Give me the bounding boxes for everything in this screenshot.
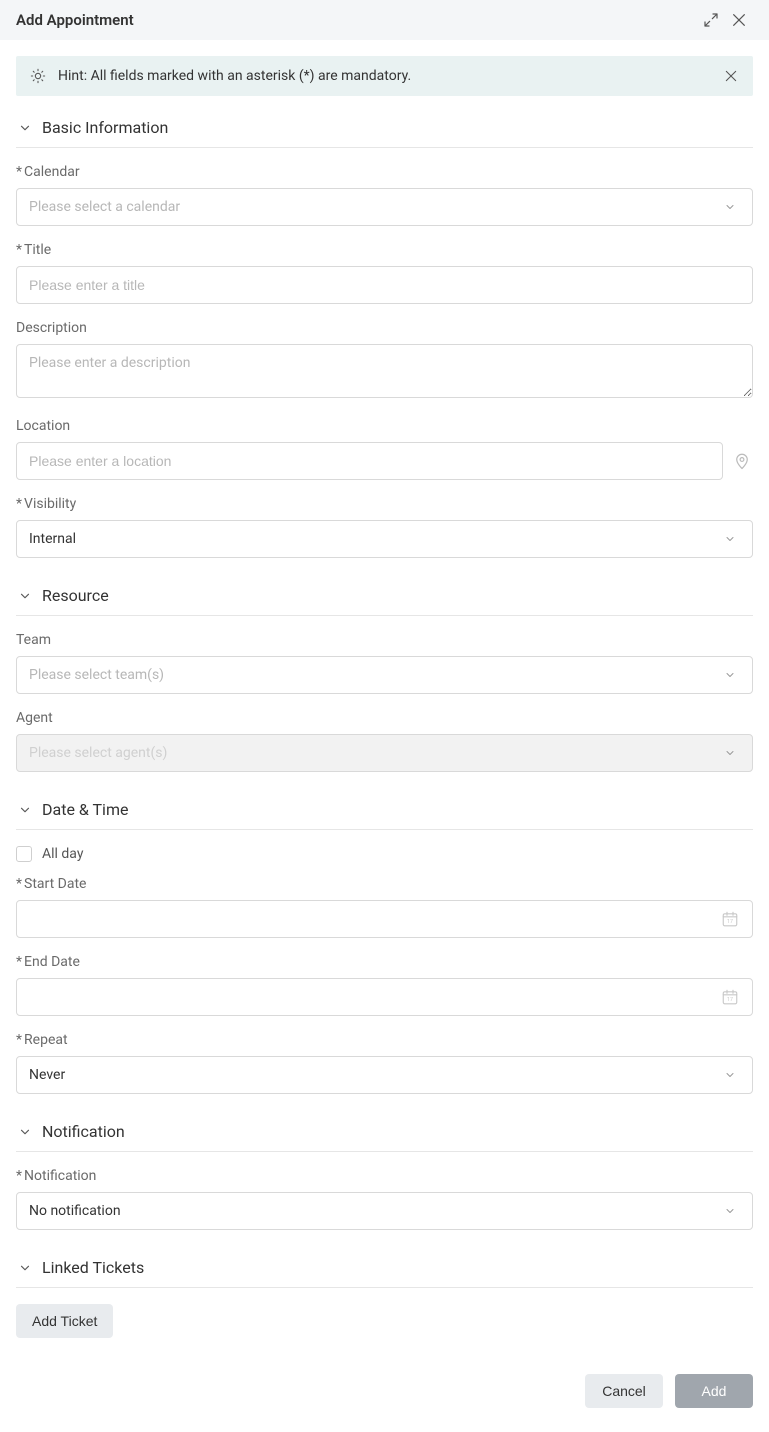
calendar-label: *Calendar [16,164,753,180]
section-title: Notification [42,1122,125,1141]
location-input[interactable] [29,453,710,469]
hint-banner: Hint: All fields marked with an asterisk… [16,56,753,96]
location-label: Location [16,418,753,434]
description-textarea[interactable] [16,344,753,398]
section-title: Date & Time [42,800,128,819]
svg-text:17: 17 [727,997,733,1003]
select-value: No notification [29,1203,720,1219]
field-agent: Agent Please select agent(s) [16,710,753,772]
svg-text:17: 17 [727,919,733,925]
notification-select[interactable]: No notification [16,1192,753,1230]
team-select[interactable]: Please select team(s) [16,656,753,694]
chevron-down-icon [720,669,740,681]
title-input[interactable] [29,277,740,293]
section-title: Linked Tickets [42,1258,144,1277]
dialog-title: Add Appointment [16,11,697,29]
calendar-icon: 17 [720,910,740,928]
agent-select: Please select agent(s) [16,734,753,772]
section-date-time: Date & Time All day *Start Date 17 [16,794,753,1094]
select-value: Internal [29,531,720,547]
agent-label: Agent [16,710,753,726]
chevron-down-icon [16,1123,34,1141]
section-title: Basic Information [42,118,168,137]
select-placeholder: Please select team(s) [29,667,720,683]
calendar-icon: 17 [720,988,740,1006]
start-date-input[interactable]: 17 [16,900,753,938]
visibility-select[interactable]: Internal [16,520,753,558]
title-label: *Title [16,242,753,258]
repeat-select[interactable]: Never [16,1056,753,1094]
calendar-select[interactable]: Please select a calendar [16,188,753,226]
field-description: Description [16,320,753,402]
location-pin-icon[interactable] [731,450,753,472]
visibility-label: *Visibility [16,496,753,512]
dialog-header: Add Appointment [0,0,769,40]
chevron-down-icon [16,587,34,605]
hint-text: Hint: All fields marked with an asterisk… [58,68,721,84]
location-input-wrapper [16,442,723,480]
chevron-down-icon [720,533,740,545]
all-day-checkbox[interactable]: All day [16,846,753,862]
chevron-down-icon [16,801,34,819]
section-toggle-datetime[interactable]: Date & Time [16,794,753,830]
repeat-label: *Repeat [16,1032,753,1048]
section-basic-information: Basic Information *Calendar Please selec… [16,112,753,558]
field-end-date: *End Date 17 [16,954,753,1016]
field-title: *Title [16,242,753,304]
chevron-down-icon [16,119,34,137]
chevron-down-icon [16,1259,34,1277]
end-date-input[interactable]: 17 [16,978,753,1016]
chevron-down-icon [720,747,740,759]
description-label: Description [16,320,753,336]
chevron-down-icon [720,1205,740,1217]
add-appointment-dialog: Add Appointment [0,0,769,1432]
field-repeat: *Repeat Never [16,1032,753,1094]
close-icon[interactable] [725,6,753,34]
field-location: Location [16,418,753,480]
expand-icon[interactable] [697,6,725,34]
start-date-label: *Start Date [16,876,753,892]
select-placeholder: Please select agent(s) [29,745,720,761]
select-placeholder: Please select a calendar [29,199,720,215]
section-toggle-basic[interactable]: Basic Information [16,112,753,148]
add-ticket-button[interactable]: Add Ticket [16,1304,113,1338]
section-toggle-notification[interactable]: Notification [16,1116,753,1152]
lightbulb-icon [28,66,48,86]
chevron-down-icon [720,1069,740,1081]
hint-close-icon[interactable] [721,66,741,86]
field-team: Team Please select team(s) [16,632,753,694]
section-resource: Resource Team Please select team(s) Agen… [16,580,753,772]
end-date-label: *End Date [16,954,753,970]
field-visibility: *Visibility Internal [16,496,753,558]
all-day-label: All day [42,846,83,862]
chevron-down-icon [720,201,740,213]
cancel-button[interactable]: Cancel [585,1374,663,1408]
section-notification: Notification *Notification No notificati… [16,1116,753,1230]
notification-label: *Notification [16,1168,753,1184]
field-calendar: *Calendar Please select a calendar [16,164,753,226]
select-value: Never [29,1067,720,1083]
field-start-date: *Start Date 17 [16,876,753,938]
field-notification: *Notification No notification [16,1168,753,1230]
section-title: Resource [42,586,109,605]
add-button[interactable]: Add [675,1374,753,1408]
team-label: Team [16,632,753,648]
section-linked-tickets: Linked Tickets Add Ticket [16,1252,753,1338]
section-toggle-linked[interactable]: Linked Tickets [16,1252,753,1288]
section-toggle-resource[interactable]: Resource [16,580,753,616]
title-input-wrapper [16,266,753,304]
checkbox-box [16,846,32,862]
